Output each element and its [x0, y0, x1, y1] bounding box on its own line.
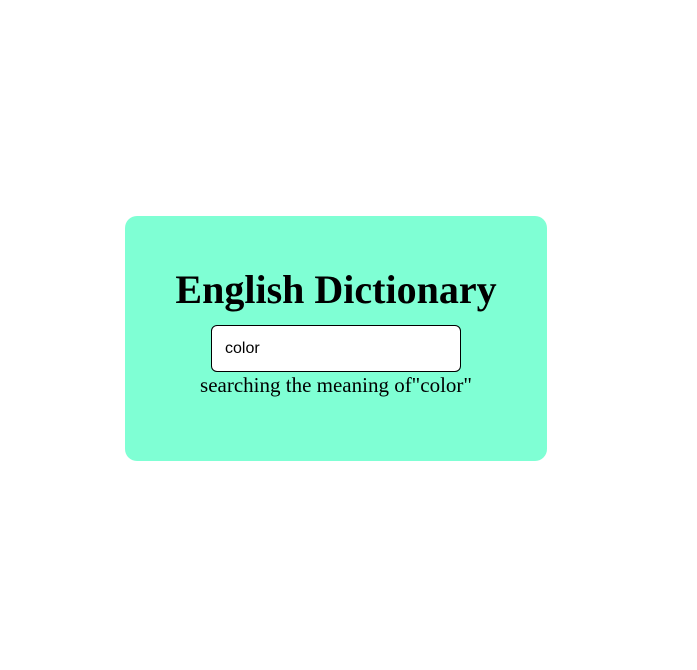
- search-input[interactable]: [211, 325, 461, 372]
- status-text: searching the meaning of"color": [200, 373, 472, 397]
- dictionary-card: English Dictionary searching the meaning…: [125, 216, 547, 461]
- page: English Dictionary searching the meaning…: [0, 0, 697, 670]
- page-title: English Dictionary: [175, 267, 497, 312]
